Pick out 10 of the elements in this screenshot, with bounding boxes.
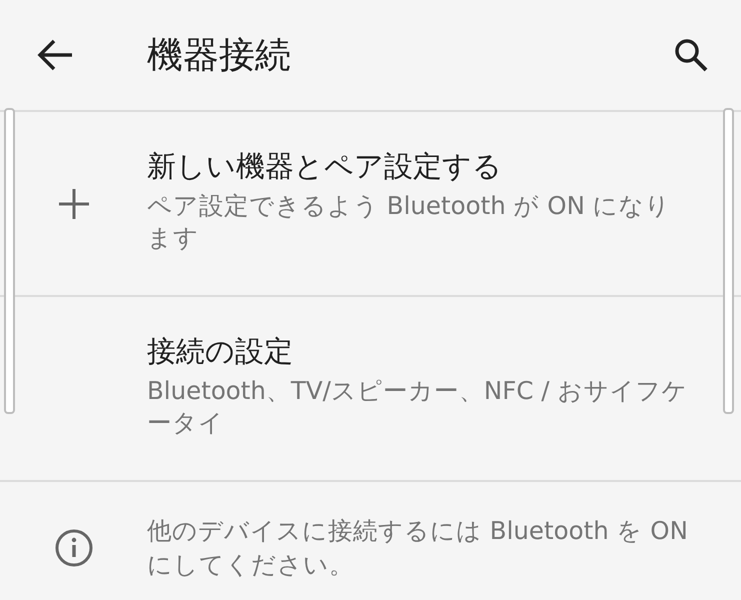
add-icon [56,186,90,220]
item-summary: Bluetooth、TV/スピーカー、NFC / おサイフケータイ [147,375,688,439]
item-title: 接続の設定 [147,333,294,370]
back-arrow-icon [36,39,74,71]
item-title: 新しい機器とペア設定する [147,148,503,185]
search-icon [673,37,709,73]
info-text: 他のデバイスに接続するには Bluetooth を ON にしてください。 [147,515,689,581]
item-summary: ペア設定できるよう Bluetooth が ON になります [147,190,672,254]
info-icon [54,528,94,568]
screen-title: 機器接続 [147,34,292,78]
